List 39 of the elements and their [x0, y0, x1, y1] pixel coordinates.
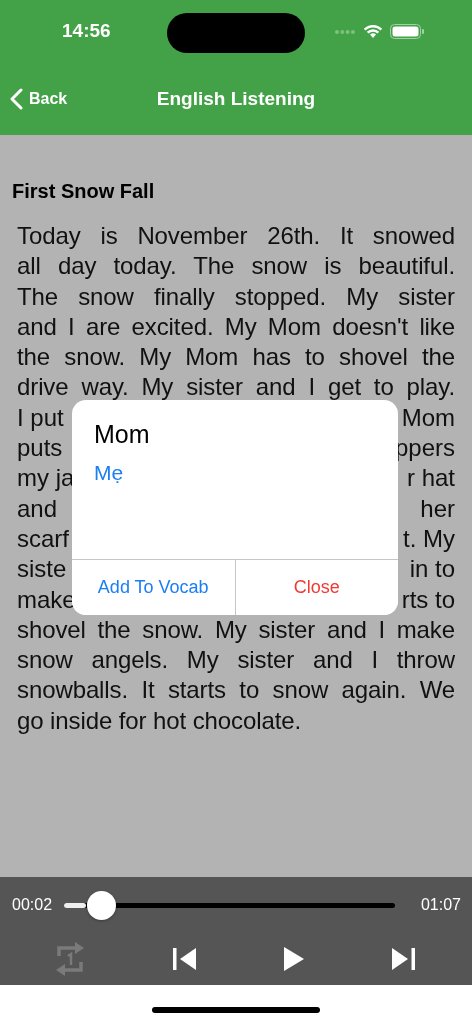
next-icon[interactable]: [389, 947, 416, 971]
status-time: 14:56: [62, 20, 111, 42]
story-line: the snow. My Mom has to shovel the: [17, 342, 455, 373]
story-line: and I are excited. My Mom doesn't like: [17, 311, 455, 342]
story-line: snowballs. It starts to snow again. We: [17, 675, 455, 706]
elapsed-time: 00:02: [12, 896, 53, 914]
popup-button[interactable]: Close: [234, 560, 398, 615]
popup-word: Mom: [94, 420, 151, 449]
story-text-fragment: I put: [17, 402, 64, 433]
story-text-fragment: in to: [409, 554, 455, 585]
slider-thumb[interactable]: [86, 890, 116, 920]
story-line: go inside for hot chocolate.: [17, 705, 303, 736]
story-text-fragment: scarf: [17, 523, 69, 554]
story-text-fragment: r hat: [406, 463, 455, 494]
wifi-icon: [363, 24, 383, 39]
play-icon[interactable]: [282, 946, 305, 972]
story-line: The snow finally stopped. My sister: [17, 281, 455, 312]
story-title: First Snow Fall: [12, 180, 156, 203]
story-text-fragment: Mom: [401, 402, 455, 433]
signal-icon: [334, 28, 356, 35]
story-line: snow angels. My sister and I throw: [17, 645, 455, 676]
screen-title: English Listening: [156, 87, 316, 111]
story-text-fragment: my ja: [17, 463, 75, 494]
story-line: all day today. The snow is beautiful.: [17, 251, 455, 282]
back-button[interactable]: Back: [9, 87, 68, 110]
story-text-fragment: her: [420, 493, 455, 524]
story-text-fragment: rts to: [401, 584, 455, 615]
story-line: shovel the snow. My sister and I make: [17, 614, 455, 645]
popup-translation: Mẹ: [94, 461, 125, 485]
previous-icon[interactable]: [171, 947, 198, 971]
story-line: drive way. My sister and I get to play.: [17, 372, 455, 403]
story-text-fragment: t. My: [403, 523, 455, 554]
story-text-fragment: and: [17, 493, 58, 524]
duration-time: 01:07: [420, 896, 461, 914]
story-line: Today is November 26th. It snowed: [17, 221, 455, 251]
chevron-left-icon: [9, 87, 23, 110]
story-text-fragment: puts: [17, 433, 63, 464]
battery-icon: [390, 24, 425, 39]
story-text-fragment: siste: [17, 554, 67, 585]
